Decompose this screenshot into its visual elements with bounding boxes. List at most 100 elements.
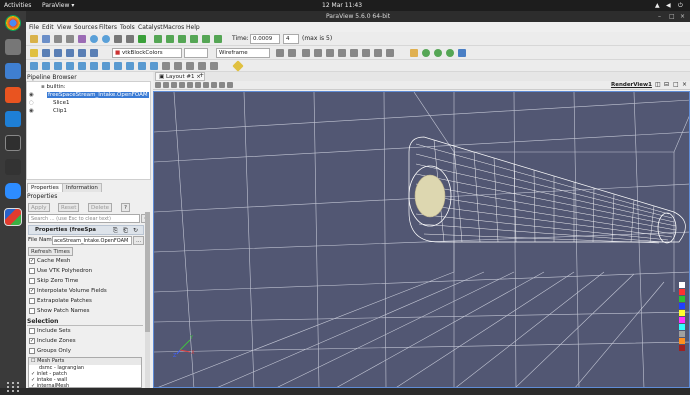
representation-select[interactable]: Wireframe: [216, 48, 270, 58]
activities-button[interactable]: Activities: [4, 2, 31, 9]
rotate-90-icon[interactable]: [374, 49, 382, 57]
file-browse-button[interactable]: ...: [133, 236, 145, 245]
grow-selection-icon[interactable]: [219, 82, 225, 88]
python-shell-icon[interactable]: [138, 35, 146, 43]
pipeline-item-clip1[interactable]: ◉ Clip1: [29, 108, 67, 114]
split-vertical-icon[interactable]: ⊟: [664, 81, 669, 88]
extract-level-icon[interactable]: [150, 62, 158, 70]
rescale-all-icon[interactable]: [90, 49, 98, 57]
system-monitor-icon[interactable]: [5, 135, 21, 151]
menu-tools[interactable]: Tools: [120, 24, 135, 31]
save-data-icon[interactable]: [42, 35, 50, 43]
zoom-icon[interactable]: [5, 183, 21, 199]
app-menu[interactable]: ParaView ▾: [42, 2, 74, 9]
ruler-icon[interactable]: [232, 60, 244, 72]
loop-icon[interactable]: [214, 35, 222, 43]
last-frame-icon[interactable]: [202, 35, 210, 43]
properties-scrollbar[interactable]: [145, 212, 150, 388]
interpolate-volume-fields-checkbox[interactable]: ✓ Interpolate Volume Fields: [29, 287, 149, 296]
clip-icon[interactable]: [54, 62, 62, 70]
play-icon[interactable]: [178, 35, 186, 43]
clock[interactable]: 12 Mar 11:43: [322, 2, 362, 9]
minimize-icon[interactable]: –: [658, 13, 661, 20]
rescale-temporal-icon[interactable]: [78, 49, 86, 57]
chrome-icon[interactable]: [5, 15, 21, 31]
rescale-custom-icon[interactable]: [54, 49, 62, 57]
list-item[interactable]: ✓ internalMesh: [31, 383, 69, 389]
calculator-icon[interactable]: [30, 62, 38, 70]
threshold-icon[interactable]: [78, 62, 86, 70]
view-plus-y-icon[interactable]: [326, 49, 334, 57]
power-icon[interactable]: ⏻: [678, 2, 683, 10]
component-select[interactable]: [184, 48, 208, 58]
undo-icon[interactable]: [90, 35, 98, 43]
visibility-eye-icon[interactable]: ◉: [29, 92, 34, 98]
render-view[interactable]: Y X Z: [153, 91, 690, 388]
add-layout-tab[interactable]: +: [199, 72, 204, 79]
files-icon[interactable]: [5, 39, 21, 55]
reset-camera-icon[interactable]: [276, 49, 284, 57]
open-icon[interactable]: [30, 35, 38, 43]
search-input[interactable]: Search ... (use Esc to clear text): [28, 214, 140, 223]
camera-icon[interactable]: [163, 82, 169, 88]
center-axes-icon[interactable]: [422, 49, 430, 57]
filter-icon-12[interactable]: [162, 62, 170, 70]
close-view-icon[interactable]: ×: [682, 81, 687, 88]
mesh-parts-header[interactable]: ☐ Mesh Parts: [29, 358, 141, 365]
paste-icon[interactable]: ⎗: [123, 227, 128, 235]
tab-properties[interactable]: Properties: [27, 183, 63, 192]
zoom-to-data-icon[interactable]: [288, 49, 296, 57]
macro-icon[interactable]: [78, 35, 86, 43]
groups-only-checkbox[interactable]: Groups Only: [29, 347, 149, 356]
capture-icon[interactable]: [155, 82, 161, 88]
contour-icon[interactable]: [42, 62, 50, 70]
interaction-mode-icon[interactable]: [410, 49, 418, 57]
connect-icon[interactable]: [54, 35, 62, 43]
filter-icon-16[interactable]: [210, 62, 218, 70]
filter-icon-14[interactable]: [186, 62, 194, 70]
use-vtk-polyhedron-checkbox[interactable]: Use VTK Polyhedron: [29, 267, 149, 276]
interactive-select-icon[interactable]: [203, 82, 209, 88]
include-zones-checkbox[interactable]: ✓ Include Zones: [29, 337, 149, 346]
next-frame-icon[interactable]: [190, 35, 198, 43]
first-frame-icon[interactable]: [154, 35, 162, 43]
menu-catalyst[interactable]: Catalyst: [138, 24, 163, 31]
text-editor-icon[interactable]: [5, 111, 21, 127]
apply-button[interactable]: Apply: [28, 203, 50, 212]
color-map-editor-icon[interactable]: [30, 49, 38, 57]
delete-button[interactable]: Delete: [88, 203, 113, 212]
terminal-icon[interactable]: [5, 159, 21, 175]
orientation-axes-icon[interactable]: [458, 49, 466, 57]
select-block-icon[interactable]: [195, 82, 201, 88]
select-cells-icon[interactable]: [171, 82, 177, 88]
rescale-visible-icon[interactable]: [66, 49, 74, 57]
volume-icon[interactable]: ◀: [666, 2, 671, 9]
paraview-icon[interactable]: [4, 208, 22, 226]
reset-center-icon[interactable]: [434, 49, 442, 57]
menu-edit[interactable]: Edit: [42, 24, 54, 31]
view-plus-x-icon[interactable]: [302, 49, 310, 57]
rescale-icon[interactable]: [42, 49, 50, 57]
menu-view[interactable]: View: [57, 24, 71, 31]
select-frustum-icon[interactable]: [187, 82, 193, 88]
pipeline-item-freespacestream[interactable]: ◉ freeSpaceStream_Intake.OpenFOAM: [29, 92, 151, 98]
disconnect-icon[interactable]: [66, 35, 74, 43]
pipeline-item-slice1[interactable]: ○ Slice1: [29, 100, 69, 106]
menu-macros[interactable]: Macros: [163, 24, 184, 31]
previous-frame-icon[interactable]: [166, 35, 174, 43]
filter-icon-15[interactable]: [198, 62, 206, 70]
copy-icon[interactable]: ⎘: [113, 227, 118, 235]
visibility-eye-icon[interactable]: ○: [29, 100, 34, 106]
reset-button[interactable]: Reset: [58, 203, 80, 212]
clear-selection-icon[interactable]: [227, 82, 233, 88]
tab-information[interactable]: Information: [62, 183, 102, 192]
select-points-icon[interactable]: [179, 82, 185, 88]
rotate-minus-90-icon[interactable]: [386, 49, 394, 57]
view-minus-z-icon[interactable]: [362, 49, 370, 57]
menu-sources[interactable]: Sources: [74, 24, 98, 31]
menu-filters[interactable]: Filters: [99, 24, 117, 31]
skip-zero-time-checkbox[interactable]: Skip Zero Time: [29, 277, 149, 286]
close-icon[interactable]: ×: [680, 13, 685, 20]
extrapolate-patches-checkbox[interactable]: Extrapolate Patches: [29, 297, 149, 306]
visibility-eye-icon[interactable]: ◉: [29, 108, 34, 114]
